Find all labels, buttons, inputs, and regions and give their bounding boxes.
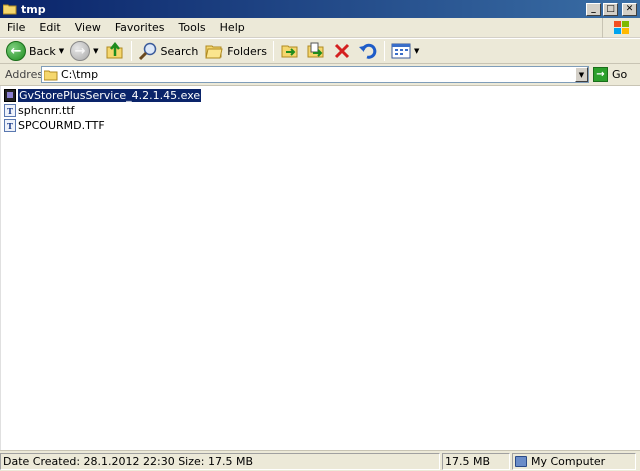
views-dropdown-icon[interactable]: ▼	[414, 47, 419, 55]
toolbar-separator	[384, 41, 386, 61]
status-zone: My Computer	[512, 452, 636, 470]
address-value[interactable]: C:\tmp	[61, 68, 575, 81]
search-icon	[138, 42, 156, 61]
undo-icon	[359, 43, 377, 59]
status-zone-text: My Computer	[531, 454, 606, 468]
undo-button[interactable]	[355, 40, 381, 62]
list-item[interactable]: T sphcnrr.ttf	[4, 103, 75, 118]
delete-button[interactable]	[329, 40, 355, 62]
list-item[interactable]: GvStorePlusService_4.2.1.45.exe	[4, 88, 202, 103]
font-file-icon: T	[4, 104, 16, 117]
go-label: Go	[612, 68, 628, 81]
back-dropdown-icon[interactable]: ▼	[59, 47, 64, 55]
forward-dropdown-icon[interactable]: ▼	[93, 47, 98, 55]
up-folder-icon	[106, 41, 122, 59]
status-details-text: Date Created: 28.1.2012 22:30 Size: 17.5…	[3, 454, 254, 468]
file-name[interactable]: SPCOURMD.TTF	[18, 119, 105, 132]
maximize-button[interactable]: □	[603, 2, 618, 16]
windows-logo-icon	[602, 18, 640, 38]
file-name[interactable]: GvStorePlusService_4.2.1.45.exe	[18, 89, 202, 102]
list-item[interactable]: T SPCOURMD.TTF	[4, 118, 105, 133]
close-icon: ✕	[625, 3, 634, 14]
folder-icon	[3, 4, 17, 15]
toolbar-separator	[130, 41, 132, 61]
back-arrow-icon: ←	[6, 41, 26, 61]
delete-icon	[334, 43, 350, 59]
folders-icon	[205, 45, 223, 59]
forward-arrow-icon: →	[70, 41, 91, 61]
search-label: Search	[160, 44, 199, 58]
window-title: tmp	[21, 2, 46, 16]
my-computer-icon	[515, 455, 527, 467]
address-dropdown-icon[interactable]: ▼	[575, 67, 588, 82]
forward-button[interactable]: → ▼	[67, 40, 101, 62]
views-icon	[391, 43, 411, 59]
menu-help[interactable]: Help	[213, 21, 252, 34]
menu-edit[interactable]: Edit	[32, 21, 67, 34]
maximize-icon: □	[606, 3, 615, 14]
status-size: 17.5 MB	[442, 452, 510, 470]
search-button[interactable]: Search	[135, 40, 202, 62]
status-bar: Date Created: 28.1.2012 22:30 Size: 17.5…	[0, 450, 640, 471]
file-list[interactable]: GvStorePlusService_4.2.1.45.exe T sphcnr…	[0, 86, 640, 450]
status-size-text: 17.5 MB	[445, 454, 491, 468]
address-input[interactable]: C:\tmp ▼	[41, 66, 589, 83]
toolbar: ← Back ▼ → ▼ Search Folders ▼	[0, 38, 640, 64]
back-button[interactable]: ← Back ▼	[3, 40, 67, 62]
menu-favorites[interactable]: Favorites	[108, 21, 172, 34]
menu-view[interactable]: View	[68, 21, 108, 34]
file-name[interactable]: sphcnrr.ttf	[18, 104, 75, 117]
move-to-button[interactable]	[277, 40, 303, 62]
move-to-icon	[281, 45, 298, 58]
minimize-button[interactable]: _	[586, 2, 601, 16]
folders-button[interactable]: Folders	[201, 40, 270, 62]
views-button[interactable]: ▼	[388, 40, 422, 62]
copy-to-button[interactable]	[303, 40, 329, 62]
close-button[interactable]: ✕	[622, 2, 637, 16]
folder-icon	[44, 70, 58, 80]
go-button[interactable]: → Go	[593, 67, 627, 82]
toolbar-separator	[273, 41, 275, 61]
title-bar[interactable]: tmp _ □ ✕	[0, 0, 640, 18]
copy-to-icon	[307, 42, 324, 58]
menu-bar: File Edit View Favorites Tools Help	[0, 18, 640, 38]
go-arrow-icon: →	[593, 67, 608, 82]
minimize-icon: _	[591, 3, 596, 14]
menu-file[interactable]: File	[0, 21, 32, 34]
address-bar: Address C:\tmp ▼ → Go	[0, 64, 640, 86]
up-button[interactable]	[102, 40, 128, 62]
status-details: Date Created: 28.1.2012 22:30 Size: 17.5…	[0, 452, 440, 470]
folders-label: Folders	[227, 44, 268, 58]
menu-tools[interactable]: Tools	[172, 21, 213, 34]
back-label: Back	[29, 44, 56, 58]
exe-file-icon	[4, 89, 16, 102]
font-file-icon: T	[4, 119, 16, 132]
